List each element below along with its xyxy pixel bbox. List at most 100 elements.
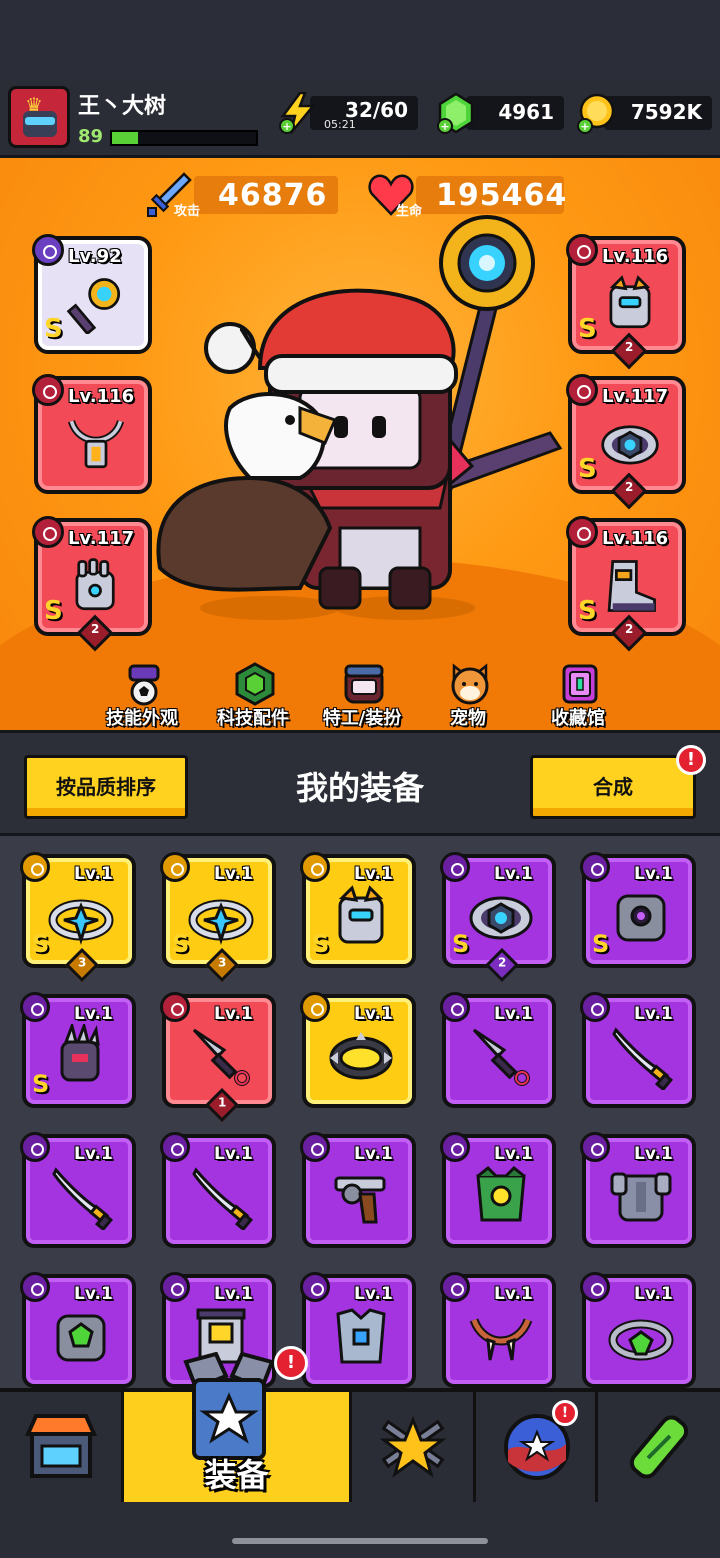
star-badge: 2 <box>610 332 648 370</box>
agent-costume-icon <box>344 664 384 704</box>
inventory-item[interactable]: Lv.1 S <box>580 852 696 968</box>
inventory-item[interactable]: Lv.1 S <box>300 852 416 968</box>
hero-nav-tech-part[interactable]: 科技配件 <box>193 656 313 730</box>
inventory-item[interactable]: Lv.1 <box>20 1132 136 1248</box>
inventory-item[interactable]: Lv.1 <box>300 992 416 1108</box>
katana-icon <box>612 1027 674 1090</box>
star-badge: 3 <box>205 948 239 982</box>
energy-counter[interactable]: + 32/60 05:21 <box>279 92 418 134</box>
equipment-header: 按品质排序 我的装备 合成 ! <box>0 730 720 836</box>
grade-badge: S <box>312 930 330 958</box>
star-count: 2 <box>624 339 634 354</box>
home-indicator[interactable] <box>232 1538 488 1544</box>
necklace-type-icon <box>32 374 64 406</box>
star-badge: 2 <box>610 472 648 510</box>
armor-type-icon <box>566 234 598 266</box>
inventory-item[interactable]: Lv.1 <box>160 1132 276 1248</box>
inventory-item[interactable]: Lv.1 <box>300 1132 416 1248</box>
hero-nav-skill-skin[interactable]: 技能外观 <box>82 656 202 730</box>
tech-part-icon <box>235 662 275 706</box>
hero-nav-collection[interactable]: 收藏馆 <box>518 656 638 730</box>
inventory-item[interactable]: Lv.1 S <box>20 992 136 1108</box>
grade-badge: S <box>44 314 63 344</box>
item-type-icon <box>440 1272 470 1302</box>
item-level: Lv.1 <box>494 1144 533 1164</box>
star-count: 2 <box>90 621 100 636</box>
inventory-item[interactable]: Lv.1 S 2 <box>440 852 556 982</box>
bottom-nav-star-orb[interactable]: ! <box>476 1392 598 1506</box>
top-bar: ♛ 王丶大树 89 + 32/60 05:21 + 4961 + 7592K <box>0 78 720 158</box>
equipped-slot-boots[interactable]: Lv.116 S 2 <box>566 516 686 652</box>
gem-counter[interactable]: + 4961 <box>437 92 564 134</box>
mech-boot-icon <box>607 560 656 612</box>
belt-type-icon <box>566 374 598 406</box>
player-name: 王丶大树 <box>78 94 167 119</box>
hero-nav-label: 收藏馆 <box>551 708 605 729</box>
star-count: 2 <box>624 621 634 636</box>
hero-character[interactable] <box>150 208 570 678</box>
item-type-icon <box>20 1272 50 1302</box>
hero-nav-agent-costume[interactable]: 特工/装扮 <box>302 656 422 730</box>
slot-level: Lv.116 <box>602 528 669 549</box>
player-avatar[interactable]: ♛ <box>8 86 70 148</box>
hero-sub-nav: 技能外观 科技配件 特工/装扮 宠物 收藏馆 <box>0 656 720 730</box>
merge-alert-badge: ! <box>676 745 706 775</box>
coin-counter[interactable]: + 7592K <box>577 93 712 134</box>
equipped-slot-armor[interactable]: Lv.116 S 2 <box>566 234 686 370</box>
slot-level: Lv.116 <box>602 246 669 267</box>
player-level: 89 <box>78 126 104 147</box>
bottom-nav-label: 装备 <box>204 1456 269 1494</box>
inventory-item[interactable]: Lv.1 <box>580 1132 696 1248</box>
avatar-visor <box>25 117 55 125</box>
lantern-necklace-icon <box>67 419 125 469</box>
lightning-icon: + <box>279 92 316 134</box>
bottom-nav-shop[interactable] <box>0 1392 124 1506</box>
inventory-item[interactable]: Lv.1 <box>580 1272 696 1388</box>
equipped-slot-weapon[interactable]: Lv.92 S <box>32 234 152 354</box>
equipped-slot-necklace[interactable]: Lv.116 <box>32 374 152 494</box>
inventory-item[interactable]: Lv.1 <box>580 992 696 1108</box>
item-type-icon <box>300 1272 330 1302</box>
item-level: Lv.1 <box>354 1144 393 1164</box>
item-level: Lv.1 <box>634 1144 673 1164</box>
item-level: Lv.1 <box>494 1284 533 1304</box>
equipped-slot-belt[interactable]: Lv.117 S 2 <box>566 374 686 510</box>
item-type-icon <box>440 992 470 1022</box>
battle-star-icon <box>379 1415 447 1478</box>
equipment-alert-badge: ! <box>274 1346 308 1380</box>
fang-necklace-icon <box>469 1318 533 1361</box>
star-count: 2 <box>497 955 507 970</box>
hex-belt-icon <box>469 896 533 940</box>
item-level: Lv.1 <box>214 1284 253 1304</box>
grade-badge: S <box>172 930 190 958</box>
inventory-item[interactable]: Lv.1 <box>440 1132 556 1248</box>
dna-capsule-icon <box>629 1415 689 1479</box>
inventory-item[interactable]: Lv.1 <box>440 992 556 1108</box>
status-area <box>0 0 720 78</box>
kunai-icon <box>192 1028 250 1086</box>
equipped-slot-glove[interactable]: Lv.117 S 2 <box>32 516 152 652</box>
inventory-item[interactable]: Lv.1 S 3 <box>20 852 136 982</box>
item-type-icon <box>580 852 610 882</box>
bottom-nav-battle[interactable] <box>352 1392 476 1506</box>
grade-badge: S <box>578 314 597 344</box>
item-level: Lv.1 <box>214 1144 253 1164</box>
inventory-item[interactable]: Lv.1 <box>300 1272 416 1388</box>
inventory-item[interactable]: Lv.1 1 <box>160 992 276 1122</box>
hero-panel: 攻击 46876 生命 195464 Lv.92 S Lv.116 Lv.117… <box>0 158 720 730</box>
inventory-item[interactable]: Lv.1 <box>440 1272 556 1388</box>
bottom-nav-equipment[interactable]: 装备 ! <box>124 1346 352 1506</box>
inventory-item[interactable]: Lv.1 <box>20 1272 136 1388</box>
collection-icon <box>562 664 598 704</box>
coin-value: 7592K <box>630 100 702 124</box>
svg-text:+: + <box>440 120 449 133</box>
item-type-icon <box>20 992 50 1022</box>
merge-button[interactable]: 合成 <box>530 755 696 819</box>
bottom-nav-dna[interactable] <box>598 1392 720 1506</box>
app-root: ♛ 王丶大树 89 + 32/60 05:21 + 4961 + 7592K 攻… <box>0 0 720 1558</box>
gem-ring-icon <box>608 1319 674 1361</box>
gem-value: 4961 <box>498 100 554 124</box>
inventory-item[interactable]: Lv.1 S 3 <box>160 852 276 982</box>
hero-nav-pet[interactable]: 宠物 <box>408 656 528 730</box>
item-type-icon <box>580 1132 610 1162</box>
